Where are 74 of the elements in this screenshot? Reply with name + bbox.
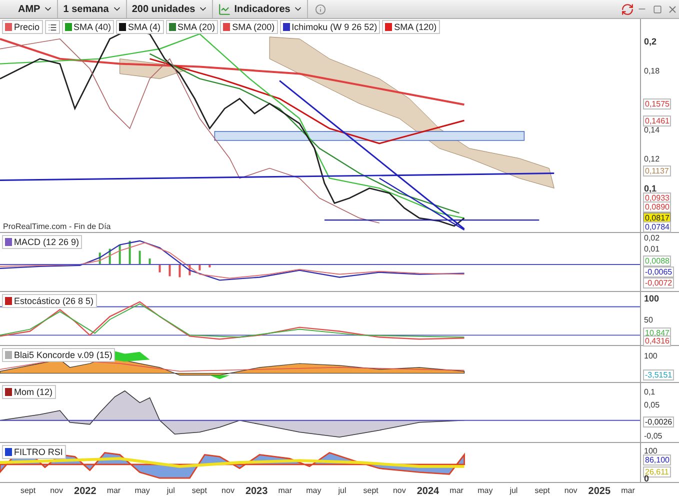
axis-tick-label: 0 [643, 474, 650, 484]
indicator-title[interactable]: MACD (12 26 9) [2, 235, 82, 249]
info-icon[interactable] [315, 4, 326, 14]
refresh-icon [620, 2, 634, 16]
legend-item[interactable]: SMA (120) [382, 20, 440, 34]
data-source-label: ProRealTime.com - Fin de Día [3, 222, 111, 231]
indicator-title[interactable]: FILTRO RSI [2, 445, 66, 459]
legend-item[interactable]: SMA (20) [166, 20, 218, 34]
close-icon [666, 4, 678, 14]
axis-tick-label: 0,12 [643, 154, 661, 164]
date-axis-label: sept [20, 486, 36, 495]
dropdown-button[interactable]: Indicadores [214, 0, 308, 18]
axis-tick-label: 0,1 [643, 388, 656, 396]
axis-value-label: 86,100 [643, 454, 672, 466]
axis-value-label: 0,4316 [643, 336, 672, 346]
axis-tick-label: 0,14 [643, 126, 661, 134]
date-axis-label: nov [392, 486, 406, 495]
axis-value-label: -3,5151 [643, 370, 674, 380]
date-axis-label: nov [564, 486, 578, 495]
date-axis-label: mar [106, 486, 121, 495]
date-axis-label: jul [510, 486, 518, 495]
axis-value-label: -0,0065 [643, 266, 674, 278]
date-axis-label: 2025 [588, 486, 611, 497]
date-axis-label: 2022 [74, 486, 96, 497]
date-axis-label: jul [338, 486, 346, 495]
axis-tick-label: -0,05 [643, 432, 664, 440]
axis-tick-label: 0,18 [643, 66, 661, 76]
axis-tick-label: 0,05 [643, 400, 661, 410]
legend-item[interactable]: SMA (40) [62, 20, 114, 34]
axis-value-label: 0,1461 [643, 116, 672, 126]
date-axis-label: may [306, 486, 322, 495]
date-axis-label: nov [222, 486, 234, 495]
axis-tick-label: 0,02 [643, 234, 661, 242]
axis-value-label: 0,1137 [643, 166, 671, 176]
axis-value-label: 0,1575 [643, 98, 672, 110]
axis-tick-label: 0,01 [643, 244, 661, 254]
axis-value-label: -0,0072 [643, 278, 674, 288]
date-axis-label: 2024 [416, 486, 440, 497]
axis-tick-label: 100 [643, 294, 660, 304]
legend-item[interactable]: Precio [2, 20, 43, 34]
date-axis-label: mar [278, 486, 292, 495]
date-axis-label: nov [50, 486, 64, 495]
date-axis-label: jul [166, 486, 175, 495]
axis-tick-label: 100 [643, 446, 658, 456]
date-axis-label: mar [450, 486, 464, 495]
axis-value-label: -0,0026 [643, 416, 674, 428]
indicator-title[interactable]: Blai5 Koncorde v.09 (15) [2, 348, 116, 362]
date-axis-label: mar [621, 486, 635, 495]
list-button[interactable] [44, 20, 60, 34]
refresh-button[interactable] [620, 1, 634, 17]
axis-value-label: 0,0890 [643, 202, 672, 212]
list-icon [48, 22, 57, 32]
axis-tick-label: 100 [643, 352, 658, 360]
date-axis-label: 2023 [245, 486, 268, 497]
axis-tick-label: 0,2 [643, 38, 658, 46]
axis-tick-label: 0,1 [643, 184, 658, 194]
indicator-title[interactable]: Mom (12) [2, 385, 56, 399]
chart-icon [218, 2, 232, 16]
dropdown-button[interactable]: 1 semana [59, 0, 127, 18]
maximize-icon [652, 4, 662, 14]
axis-tick-label: 50 [643, 316, 654, 324]
axis-value-label: 0,0088 [643, 256, 672, 266]
dropdown-button[interactable]: AMP [14, 0, 58, 18]
date-axis-label: sept [363, 486, 378, 495]
indicator-title[interactable]: Estocástico (26 8 5) [2, 294, 97, 308]
legend-item[interactable]: SMA (200) [220, 20, 278, 34]
axis-value-label: 0,0784 [643, 222, 672, 232]
legend-item[interactable]: Ichimoku (W 9 26 52) [280, 20, 380, 34]
date-axis-label: sept [192, 486, 207, 495]
legend-item[interactable]: SMA (4) [116, 20, 164, 34]
date-axis-label: may [478, 486, 493, 495]
date-axis-label: may [134, 486, 150, 495]
dropdown-button[interactable]: 200 unidades [128, 0, 214, 18]
date-axis-label: sept [534, 486, 550, 495]
